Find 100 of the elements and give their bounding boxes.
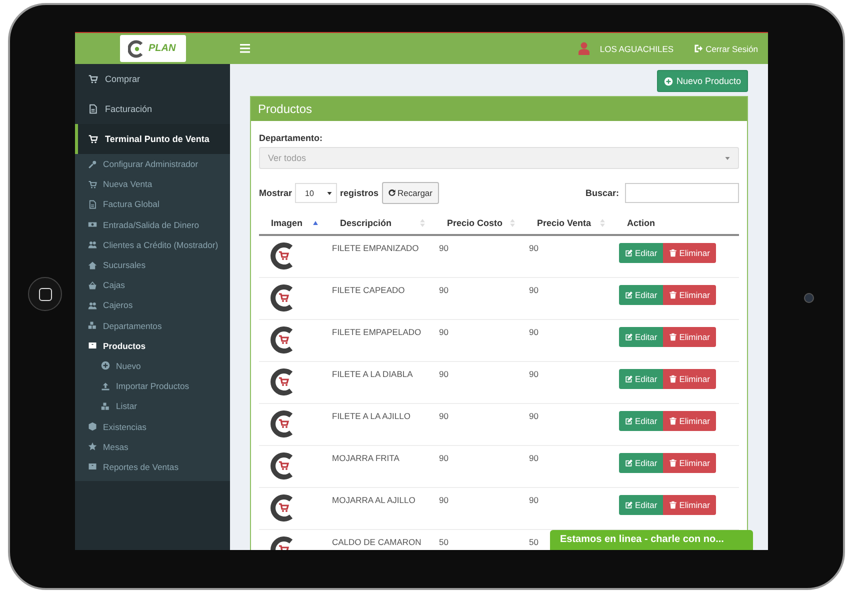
edit-button[interactable]: Editar	[619, 285, 664, 305]
edit-icon	[625, 375, 633, 383]
sidebar-item[interactable]: Listar	[75, 396, 230, 416]
column-header[interactable]: Precio Venta	[525, 218, 615, 228]
description-cell-text: MOJARRA AL AJILLO	[331, 495, 416, 507]
trash-icon	[669, 375, 678, 383]
sidebar-item[interactable]: Productos	[75, 336, 230, 356]
chat-bar[interactable]: Estamos en linea - charle con no...	[550, 530, 753, 550]
edit-icon	[625, 249, 633, 257]
edit-button[interactable]: Editar	[619, 495, 664, 515]
description-cell-text: CALDO DE CAMARON	[331, 537, 422, 549]
delete-button[interactable]: Eliminar	[663, 369, 716, 389]
cubes-icon	[101, 402, 110, 411]
sidebar-item[interactable]: Sucursales	[75, 254, 230, 276]
camera-icon	[804, 293, 814, 303]
delete-button[interactable]: Eliminar	[663, 327, 716, 347]
price-cell-text: 90	[528, 243, 538, 255]
wrench-icon	[88, 160, 97, 169]
delete-button[interactable]: Eliminar	[663, 243, 716, 263]
description-cell-text: MOJARRA FRITA	[331, 453, 400, 465]
cost-cell-text: 90	[438, 453, 448, 465]
menu-icon[interactable]	[240, 44, 250, 53]
sidebar-item[interactable]: Clientes a Crédito (Mostrador)	[75, 234, 230, 255]
logout-icon	[694, 44, 703, 53]
description-cell-text: FILETE EMPAPELADO	[331, 327, 422, 339]
column-header[interactable]: Imagen	[259, 218, 328, 228]
delete-button[interactable]: Eliminar	[663, 285, 716, 305]
price-cell-text: 90	[528, 285, 538, 297]
edit-icon	[625, 417, 633, 425]
cart-icon	[88, 74, 98, 84]
price-cell-text: 90	[528, 327, 538, 339]
home-button[interactable]	[28, 277, 62, 311]
price-cell-text: 50	[528, 537, 538, 549]
page-size-select[interactable]: 10	[295, 183, 338, 203]
caret-icon	[725, 156, 730, 160]
cost-cell-text: 50	[438, 537, 448, 549]
upload-icon	[101, 382, 110, 391]
sidebar-item[interactable]: Facturación	[75, 94, 230, 124]
trash-icon	[669, 501, 678, 509]
user-name[interactable]: LOS AGUACHILES	[600, 44, 674, 54]
department-label: Departamento:	[259, 133, 324, 143]
sidebar-item[interactable]: Comprar	[75, 64, 230, 94]
delete-button[interactable]: Eliminar	[663, 411, 716, 431]
search-field[interactable]	[625, 183, 739, 203]
column-header[interactable]: Action	[615, 218, 739, 228]
document-icon	[88, 104, 98, 114]
sidebar-item[interactable]: Mesas	[75, 436, 230, 457]
cube-icon	[88, 422, 97, 432]
sidebar-item[interactable]: Nuevo	[75, 356, 230, 376]
sidebar-item[interactable]: Departamentos	[75, 316, 230, 336]
document-icon	[88, 200, 97, 209]
cost-cell-text: 90	[438, 495, 448, 507]
price-cell-text: 90	[528, 495, 538, 507]
logo-text: PLAN	[148, 43, 176, 54]
edit-button[interactable]: Editar	[619, 369, 664, 389]
search-label: Buscar:	[585, 188, 619, 198]
basket-icon	[88, 280, 97, 290]
cost-cell-text: 90	[438, 243, 448, 255]
sidebar-item[interactable]: Factura Global	[75, 194, 230, 215]
edit-button[interactable]: Editar	[619, 327, 664, 347]
sidebar-item[interactable]: Existencias	[75, 416, 230, 437]
sidebar-item[interactable]: Cajas	[75, 275, 230, 296]
logout-link[interactable]: Cerrar Sesión	[694, 44, 758, 54]
user-icon	[578, 42, 590, 55]
cost-cell-text: 90	[438, 327, 448, 339]
show-label: Mostrar	[259, 188, 292, 198]
cost-cell-text: 90	[438, 411, 448, 423]
price-cell-text: 90	[528, 411, 538, 423]
edit-button[interactable]: Editar	[619, 453, 664, 473]
box-icon	[88, 341, 97, 350]
delete-button[interactable]: Eliminar	[663, 453, 716, 473]
edit-icon	[625, 501, 633, 509]
delete-button[interactable]: Eliminar	[663, 495, 716, 515]
edit-button[interactable]: Editar	[619, 411, 664, 431]
box-icon	[88, 462, 97, 472]
trash-icon	[669, 417, 678, 425]
cubes-icon	[88, 321, 97, 330]
description-cell-text: FILETE CAPEADO	[331, 285, 405, 297]
column-header[interactable]: Precio Costo	[435, 218, 525, 228]
new-product-button[interactable]: Nuevo Producto	[657, 70, 748, 92]
records-label: registros	[340, 188, 379, 198]
trash-icon	[669, 459, 678, 467]
sidebar-item[interactable]: Reportes de Ventas	[75, 456, 230, 477]
description-cell-text: FILETE A LA DIABLA	[331, 369, 413, 381]
sidebar-item[interactable]: Configurar Administrador	[75, 154, 230, 174]
sidebar-item[interactable]: Terminal Punto de Venta	[75, 124, 230, 154]
column-header[interactable]: Descripción	[328, 218, 435, 228]
sidebar-item[interactable]: Importar Productos	[75, 376, 230, 396]
caret-icon	[327, 192, 332, 194]
sidebar-item[interactable]: Cajeros	[75, 295, 230, 316]
edit-button[interactable]: Editar	[619, 243, 664, 263]
sidebar-item[interactable]: Entrada/Salida de Dinero	[75, 214, 230, 235]
reload-button[interactable]: Recargar	[382, 182, 438, 204]
department-select[interactable]: Ver todos	[259, 147, 739, 169]
sidebar-item[interactable]: Nueva Venta	[75, 174, 230, 194]
trash-icon	[669, 291, 678, 299]
trash-icon	[669, 333, 678, 341]
price-cell-text: 90	[528, 369, 538, 381]
edit-icon	[625, 291, 633, 299]
money-icon	[88, 220, 97, 230]
